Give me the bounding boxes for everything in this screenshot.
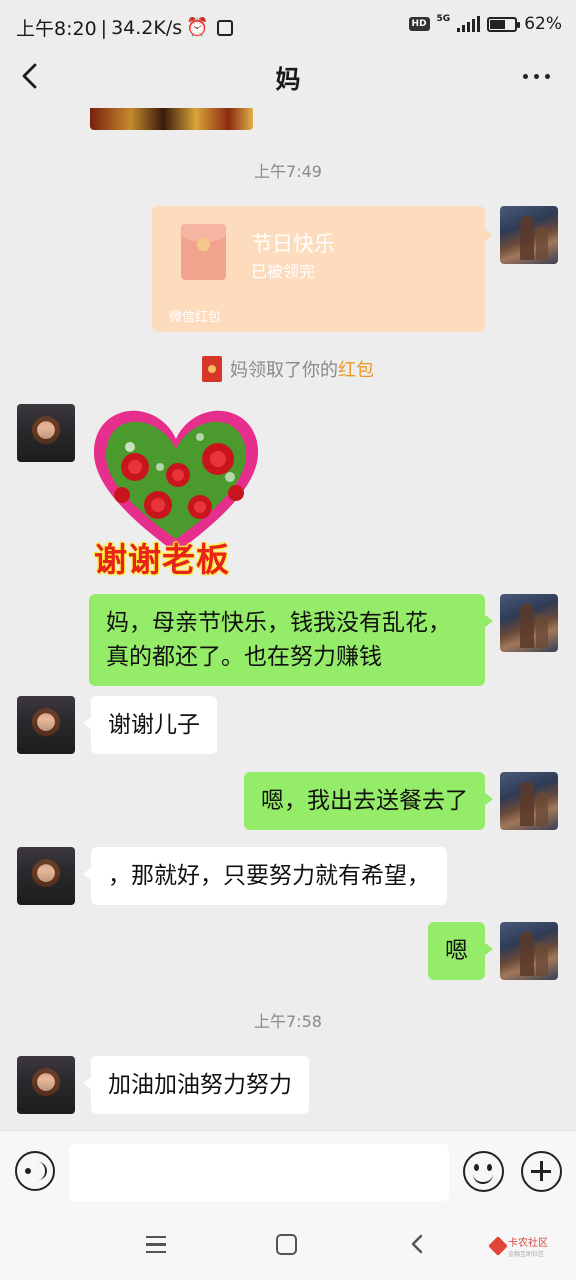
avatar-me[interactable] [500,772,558,830]
system-note-link[interactable]: 红包 [338,360,374,381]
message-bubble-sent[interactable]: 嗯，我出去送餐去了 [244,772,493,830]
home-icon[interactable] [276,1234,297,1255]
hd-badge: HD [408,17,430,31]
menu-icon[interactable] [146,1236,166,1253]
avatar-me[interactable] [500,594,558,652]
partial-image-message[interactable] [90,108,253,130]
status-separator: | [100,16,108,39]
nfc-icon [216,19,233,36]
timestamp: 上午7:49 [254,162,322,181]
emoji-icon[interactable] [463,1151,504,1192]
status-bar: 上午8:20 | 34.2K/s ⏰ HD 5G 62% [0,0,576,50]
system-note-text: 妈领取了你的 [230,360,338,381]
alarm-icon: ⏰ [186,17,209,38]
battery-icon [487,16,521,32]
chat-header: 妈 [0,50,576,102]
chat-title: 妈 [275,65,301,94]
avatar-me[interactable] [500,922,558,980]
system-navigation-bar: 卡农社区 金融互助社区 [0,1212,576,1280]
red-packet-message[interactable]: 节日快乐 已被领完 微信红包 [152,206,493,332]
avatar-me[interactable] [500,206,558,264]
back-icon[interactable] [410,1234,424,1254]
avatar-mom[interactable] [17,1056,75,1114]
watermark: 卡农社区 金融互助社区 [488,1234,548,1258]
status-right: HD 5G 62% [408,14,562,34]
signal-icon [457,16,481,32]
avatar-mom[interactable] [17,696,75,754]
red-packet-footer: 微信红包 [169,310,222,325]
network-label: 5G [436,14,451,24]
message-bubble-sent[interactable]: 妈，母亲节快乐，钱我没有乱花，真的都还了。也在努力赚钱 [89,594,493,686]
red-packet-icon [181,224,226,280]
battery-percent: 62% [524,14,562,34]
red-packet-title: 节日快乐 [251,232,335,256]
watermark-sub: 金融互助社区 [508,1251,545,1258]
message-input[interactable] [69,1144,449,1201]
message-bubble-received[interactable]: 谢谢儿子 [83,696,217,754]
red-packet-status: 已被领完 [251,262,316,281]
avatar-mom[interactable] [17,847,75,905]
plus-icon[interactable] [521,1151,562,1192]
red-packet-mini-icon [202,356,222,382]
watermark-name: 卡农社区 [508,1238,548,1249]
system-note: 妈领取了你的红包 [0,356,576,382]
message-bubble-received[interactable]: 加油加油努力努力 [83,1056,309,1114]
status-speed: 34.2K/s [111,16,183,39]
chat-area[interactable]: 上午7:49 节日快乐 已被领完 微信红包 妈领取了你的红包 谢谢老板 妈，母亲… [0,102,576,1130]
more-dots-icon[interactable] [523,74,550,79]
avatar-mom[interactable] [17,404,75,462]
heart-sticker[interactable]: 谢谢老板 [90,407,262,579]
sticker-caption: 谢谢老板 [94,540,230,579]
watermark-logo-icon [488,1236,508,1256]
status-time: 上午8:20 [16,18,97,40]
message-bubble-sent[interactable]: 嗯 [428,922,493,980]
input-bar [0,1130,576,1212]
timestamp: 上午7:58 [254,1012,322,1031]
message-bubble-received[interactable]: ，那就好，只要努力就有希望， [83,847,447,905]
status-left: 上午8:20 | 34.2K/s ⏰ [16,14,233,41]
voice-icon[interactable] [15,1151,55,1191]
